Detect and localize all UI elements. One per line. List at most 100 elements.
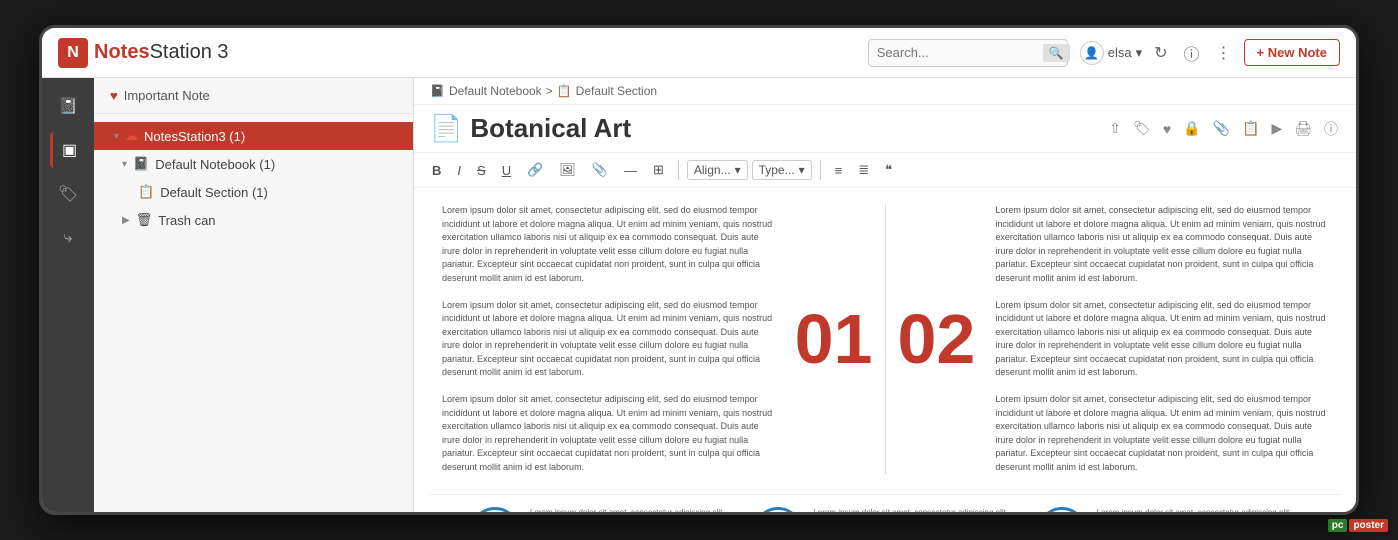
content-col-1: Lorem ipsum dolor sit amet, consectetur …: [430, 204, 787, 474]
user-avatar-icon: 👤: [1080, 41, 1104, 65]
content-col-2: Lorem ipsum dolor sit amet, consectetur …: [983, 204, 1340, 474]
section-icon: 📋: [138, 184, 154, 200]
trash-icon: 🗑: [136, 212, 153, 228]
user-name: elsa: [1108, 45, 1132, 60]
big-number-01: 01: [795, 304, 873, 374]
tree-label-default-section: Default Section (1): [160, 185, 268, 200]
type-chevron-icon: ▾: [799, 163, 805, 177]
favorite-action-button[interactable]: ♥: [1161, 119, 1173, 139]
share-action-button[interactable]: ⇧: [1107, 118, 1123, 139]
more-button[interactable]: ⋮: [1212, 39, 1236, 67]
lorem-text-2b: Lorem ipsum dolor sit amet, consectetur …: [995, 299, 1328, 380]
toolbar-ordered-list[interactable]: ≣: [852, 159, 875, 181]
breadcrumb-section-icon: 📋: [557, 84, 572, 98]
toolbar-separator-1: [678, 160, 679, 180]
sidebar-item-panel[interactable]: ▣: [50, 132, 86, 168]
note-title-icon: 📄: [430, 113, 462, 144]
tree-item-trash[interactable]: ▶ 🗑 Trash can: [94, 206, 413, 234]
history-action-button[interactable]: 📋: [1240, 118, 1261, 139]
important-note-header[interactable]: ♥ Important Note: [94, 78, 413, 114]
breadcrumb-section: Default Section: [576, 84, 657, 98]
toolbar-type-dropdown[interactable]: Type... ▾: [752, 160, 812, 180]
main-layout: 📓 ▣ 🏷 ⤷ ♥ Important Note ▾ ☁ NotesStatio…: [42, 78, 1356, 515]
pcposter-badge-2: poster: [1349, 519, 1388, 532]
print-action-button[interactable]: 🖨: [1292, 118, 1314, 139]
breadcrumb-notebook: Default Notebook: [449, 84, 542, 98]
tree-label-notesstation: NotesStation3 (1): [144, 129, 245, 144]
note-title-bar: 📄 Botanical Art ⇧ 🏷 ♥ 🔒 📎 📋 ▶ 🖨 ⓘ: [414, 105, 1356, 153]
cloud-icon: ☁: [125, 128, 138, 144]
sidebar-icons: 📓 ▣ 🏷 ⤷: [42, 78, 94, 515]
email-circle-icon: ✉: [470, 507, 520, 515]
app-title: NotesStation 3: [94, 41, 229, 64]
presentation-action-button[interactable]: ▶: [1269, 118, 1284, 139]
note-body: Lorem ipsum dolor sit amet, consectetur …: [414, 188, 1356, 515]
search-button[interactable]: 🔍: [1043, 44, 1070, 62]
new-note-button[interactable]: New Note: [1244, 39, 1340, 66]
header: N NotesStation 3 🔍 👤 elsa ▾ ↻ ⓘ ⋮: [42, 28, 1356, 78]
watermark: pcposter: [1328, 519, 1388, 532]
note-title-text: Botanical Art: [470, 113, 631, 144]
lock-action-button[interactable]: 🔒: [1181, 118, 1202, 139]
toolbar-quote[interactable]: ❝: [879, 159, 898, 181]
chevron-down-icon: ▾: [114, 131, 119, 142]
note-actions: ⇧ 🏷 ♥ 🔒 📎 📋 ▶ 🖨 ⓘ: [1107, 117, 1340, 141]
bottom-icon-email-text: Lorem ipsum dolor sit amet, consectetur …: [530, 507, 733, 515]
chevron-right-icon: ▾: [122, 159, 127, 170]
refresh-button[interactable]: ↻: [1150, 39, 1171, 67]
gear-circle-icon: ⚙: [1037, 507, 1087, 515]
lorem-text-1a: Lorem ipsum dolor sit amet, consectetur …: [442, 204, 775, 285]
breadcrumb: 📓 Default Notebook > 📋 Default Section: [414, 78, 1356, 105]
toolbar-table[interactable]: ⊞: [647, 159, 670, 181]
logo-icon: N: [58, 38, 88, 68]
col-divider: [885, 204, 886, 474]
lorem-text-2c: Lorem ipsum dolor sit amet, consectetur …: [995, 393, 1328, 474]
sidebar-item-tags[interactable]: 🏷: [50, 176, 86, 212]
toolbar-underline[interactable]: U: [496, 160, 517, 181]
pcposter-badge-1: pc: [1328, 519, 1348, 532]
lorem-text-1b: Lorem ipsum dolor sit amet, consectetur …: [442, 299, 775, 380]
tag-action-button[interactable]: 🏷: [1131, 118, 1153, 139]
editor-toolbar: B I S U 🔗 🖼 📎 — ⊞ Align... ▾ Type...: [414, 153, 1356, 188]
monitor-circle-icon: 🖥: [753, 507, 803, 515]
user-chevron-icon: ▾: [1136, 45, 1143, 61]
tree-item-default-section[interactable]: 📋 Default Section (1): [94, 178, 413, 206]
note-title: 📄 Botanical Art: [430, 113, 631, 144]
sidebar-item-notebook[interactable]: 📓: [50, 88, 86, 124]
align-chevron-icon: ▾: [735, 163, 741, 177]
lorem-text-2a: Lorem ipsum dolor sit amet, consectetur …: [995, 204, 1328, 285]
attach-action-button[interactable]: 📎: [1211, 118, 1232, 139]
tree-item-default-notebook[interactable]: ▾ 📓 Default Notebook (1): [94, 150, 413, 178]
toolbar-separator-2: [820, 160, 821, 180]
toolbar-align-dropdown[interactable]: Align... ▾: [687, 160, 748, 180]
breadcrumb-notebook-icon: 📓: [430, 84, 445, 98]
toolbar-link[interactable]: 🔗: [521, 159, 549, 181]
tree-item-notesstation[interactable]: ▾ ☁ NotesStation3 (1): [94, 122, 413, 150]
toolbar-strikethrough[interactable]: S: [471, 160, 492, 181]
content-columns-top: Lorem ipsum dolor sit amet, consectetur …: [430, 204, 1340, 474]
sidebar-item-share[interactable]: ⤷: [50, 220, 86, 256]
info-button[interactable]: ⓘ: [1180, 37, 1204, 69]
bottom-icons-row: ✉ Lorem ipsum dolor sit amet, consectetu…: [430, 494, 1340, 515]
chevron-right-icon-trash: ▶: [122, 215, 130, 226]
notebook-icon: 📓: [133, 156, 149, 172]
notebook-tree: ▾ ☁ NotesStation3 (1) ▾ 📓 Default Notebo…: [94, 114, 413, 242]
user-menu[interactable]: 👤 elsa ▾: [1080, 41, 1142, 65]
toolbar-bold[interactable]: B: [426, 160, 447, 181]
title-prefix: Notes: [94, 41, 150, 63]
toolbar-image[interactable]: 🖼: [553, 159, 582, 181]
note-area: 📓 Default Notebook > 📋 Default Section 📄…: [414, 78, 1356, 515]
search-input[interactable]: [877, 45, 1037, 60]
type-label: Type...: [759, 163, 795, 177]
heart-icon: ♥: [110, 88, 118, 103]
bottom-icon-gear-text: Lorem ipsum dolor sit amet, consectetur …: [1097, 507, 1300, 515]
search-bar: 🔍: [868, 39, 1068, 67]
toolbar-attachment[interactable]: 📎: [586, 159, 614, 181]
logo-letter: N: [67, 44, 79, 62]
toolbar-italic[interactable]: I: [451, 160, 467, 181]
toolbar-hr[interactable]: —: [618, 160, 643, 181]
logo-area: N NotesStation 3: [58, 38, 258, 68]
toolbar-bullet-list[interactable]: ≡: [829, 160, 849, 181]
info-action-button[interactable]: ⓘ: [1322, 117, 1340, 141]
lorem-text-1c: Lorem ipsum dolor sit amet, consectetur …: [442, 393, 775, 474]
